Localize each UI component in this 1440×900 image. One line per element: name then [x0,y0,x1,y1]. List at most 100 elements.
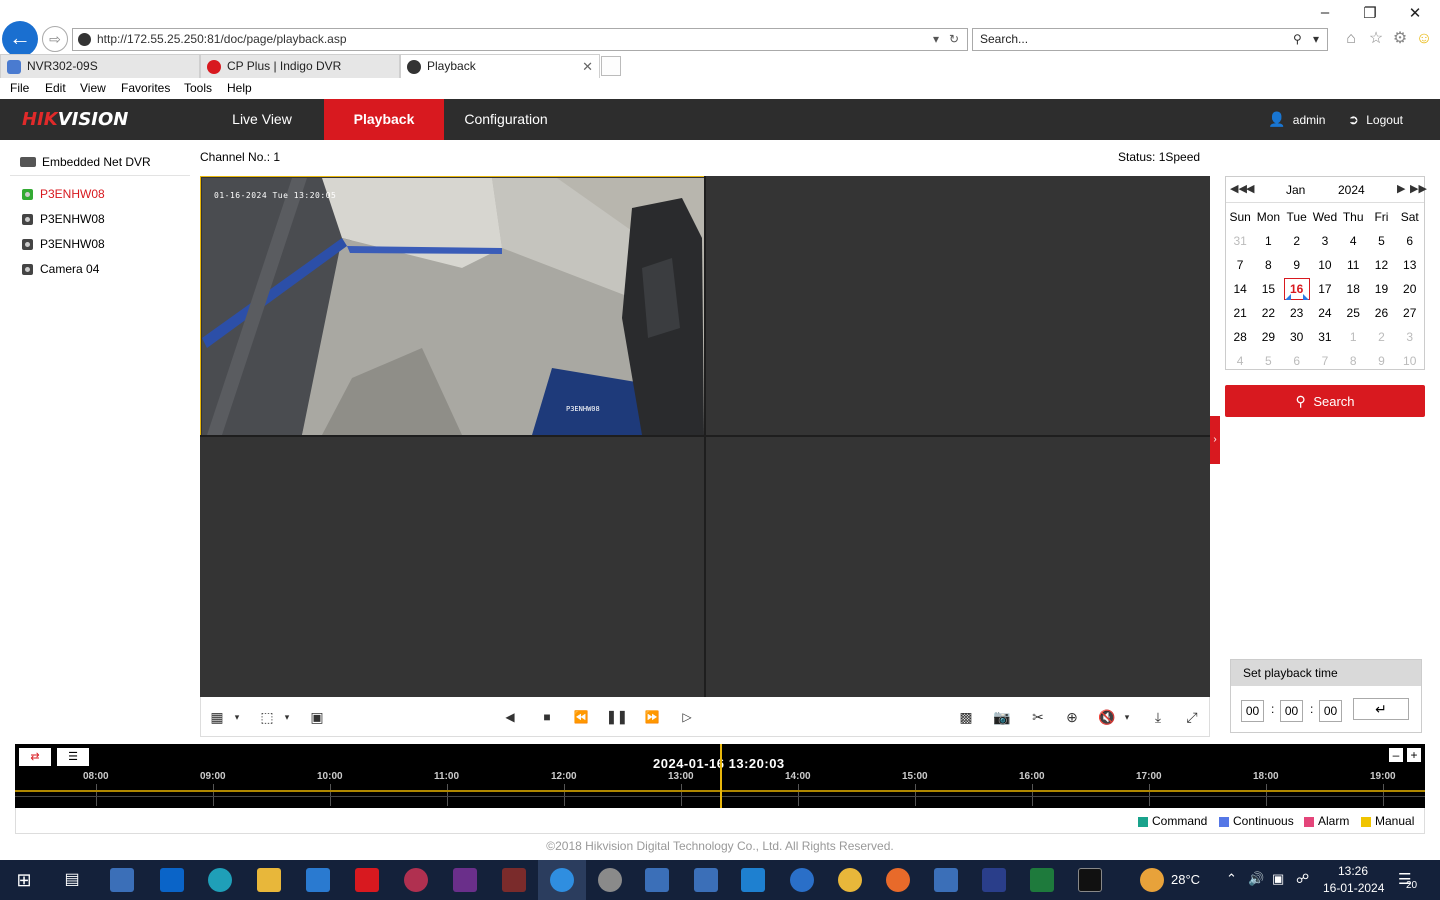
capture-icon[interactable]: 📷 [992,708,1012,726]
new-tab-button[interactable] [601,56,621,76]
timeline-zoom-out-button[interactable]: – [1389,748,1403,762]
download-icon[interactable]: ⤓ [1148,708,1168,726]
timeline-cursor[interactable] [720,744,722,808]
browser-search-input[interactable]: Search... ⚲ ▾ [972,28,1328,51]
dropdown-icon[interactable]: ▾ [933,29,939,50]
file-explorer-icon[interactable] [257,868,281,892]
tray-chevron-icon[interactable]: ⌃ [1226,871,1237,887]
nav-configuration[interactable]: Configuration [444,99,568,140]
calendar-day[interactable]: 9 [1283,253,1311,277]
channel-item[interactable]: P3ENHW08 [10,207,190,232]
calendar-day[interactable]: 19 [1367,277,1395,301]
calendar-day[interactable]: 2 [1367,325,1395,349]
calendar-day[interactable]: 3 [1311,229,1339,253]
slow-down-icon[interactable]: ⏪ [571,708,591,726]
calendar-day[interactable]: 8 [1339,349,1367,373]
second-field[interactable]: 00 [1319,700,1342,722]
fullscreen-icon[interactable]: ⤢ [1182,708,1202,726]
settings-gear-icon[interactable]: ⚙ [1390,29,1410,49]
hour-field[interactable]: 00 [1241,700,1264,722]
prev-year-icon[interactable]: ◀◀ [1230,182,1247,195]
prev-month-icon[interactable]: ◀ [1246,182,1254,195]
menu-view[interactable]: View [80,81,106,95]
app-red-icon[interactable] [355,868,379,892]
menu-edit[interactable]: Edit [45,81,66,95]
calendar-day[interactable]: 1 [1254,229,1282,253]
digital-zoom-icon[interactable]: ▣ [307,708,327,726]
settings-app-icon[interactable] [598,868,622,892]
outlook-icon[interactable] [160,868,184,892]
calendar-day[interactable]: 12 [1367,253,1395,277]
calendar-day[interactable]: 3 [1396,325,1424,349]
app-window-icon[interactable] [110,868,134,892]
speed-up-icon[interactable]: ⏩ [642,708,662,726]
firefox-icon[interactable] [886,868,910,892]
timeline-zoom-in-button[interactable]: + [1407,748,1421,762]
calendar-day[interactable]: 6 [1396,229,1424,253]
calendar-day[interactable]: 31 [1311,325,1339,349]
windows-start-icon[interactable]: ⊞ [12,868,36,892]
timeline-toggle-button[interactable]: ⇄ [19,748,51,766]
edge-icon[interactable] [208,868,232,892]
nav-live-view[interactable]: Live View [200,99,324,140]
calendar-day[interactable]: 7 [1226,253,1254,277]
calendar-day[interactable]: 28 [1226,325,1254,349]
internet-explorer-icon[interactable] [550,868,574,892]
region-dropdown-icon[interactable]: ▾ [277,708,297,726]
app-vc-icon[interactable] [741,868,765,892]
calendar-day[interactable]: 6 [1283,349,1311,373]
single-frame-icon[interactable]: ▷ [677,708,697,726]
clock-date[interactable]: 16-01-2024 [1323,881,1384,895]
calendar-day-today[interactable]: 16 [1283,277,1311,301]
app-blue-icon[interactable] [982,868,1006,892]
clip-icon[interactable]: ✂ [1028,708,1048,726]
calendar-day[interactable]: 10 [1311,253,1339,277]
calendar-day[interactable]: 25 [1339,301,1367,325]
calendar-day[interactable]: 15 [1254,277,1282,301]
calendar-day[interactable]: 22 [1254,301,1282,325]
chrome-icon[interactable] [838,868,862,892]
timeline[interactable]: ⇄ ☰ – + 2024-01-16 13:20:03 08:00 09:00 … [15,744,1425,808]
collapse-panel-handle[interactable]: › [1210,416,1220,464]
calendar-day[interactable]: 31 [1226,229,1254,253]
calendar-day[interactable]: 10 [1396,349,1424,373]
refresh-icon[interactable]: ↻ [949,29,959,50]
window-split-icon[interactable]: ▦ [207,708,227,726]
device-node[interactable]: Embedded Net DVR [10,148,190,176]
video-pane-4[interactable] [706,437,1210,697]
timeline-filter-button[interactable]: ☰ [57,748,89,766]
calendar-day[interactable]: 13 [1396,253,1424,277]
calendar-day[interactable]: 20 [1396,277,1424,301]
reverse-play-icon[interactable]: ◀ [500,708,520,726]
close-tab-icon[interactable]: ✕ [582,55,593,78]
channel-item[interactable]: P3ENHW08 [10,232,190,257]
calendar-day[interactable]: 26 [1367,301,1395,325]
app-globe-icon[interactable] [790,868,814,892]
nav-playback[interactable]: Playback [324,99,444,140]
menu-file[interactable]: File [10,81,29,95]
menu-tools[interactable]: Tools [184,81,212,95]
audio-dropdown-icon[interactable]: ▾ [1117,708,1137,726]
tray-app-icon[interactable]: ☍ [1296,871,1309,887]
logout-button[interactable]: ➲ Logout [1348,99,1403,140]
app-rose-icon[interactable] [453,868,477,892]
close-window-button[interactable]: ✕ [1400,4,1430,24]
search-button[interactable]: ⚲ Search [1225,385,1425,417]
calendar-day[interactable]: 1 [1339,325,1367,349]
channel-item[interactable]: P3ENHW08 [10,182,190,207]
calendar-day[interactable]: 30 [1283,325,1311,349]
app-dark-icon[interactable] [502,868,526,892]
video-pane-3[interactable] [200,437,704,697]
audio-muted-icon[interactable]: 🔇 [1097,708,1117,726]
tab-nvr[interactable]: NVR302-09S [0,54,200,78]
excel-icon[interactable] [1030,868,1054,892]
video-pane-2[interactable] [706,176,1210,435]
video-pane-1[interactable]: 01-16-2024 Tue 13:20:05 P3ENHW08 [200,176,705,436]
tab-cpplus[interactable]: CP Plus | Indigo DVR [200,54,400,78]
forward-button[interactable]: ⇨ [42,26,68,52]
search-icon[interactable]: ⚲ [1293,29,1302,50]
menu-help[interactable]: Help [227,81,252,95]
calendar-day[interactable]: 24 [1311,301,1339,325]
network-icon[interactable]: ▣ [1272,871,1284,887]
calendar-day[interactable]: 8 [1254,253,1282,277]
